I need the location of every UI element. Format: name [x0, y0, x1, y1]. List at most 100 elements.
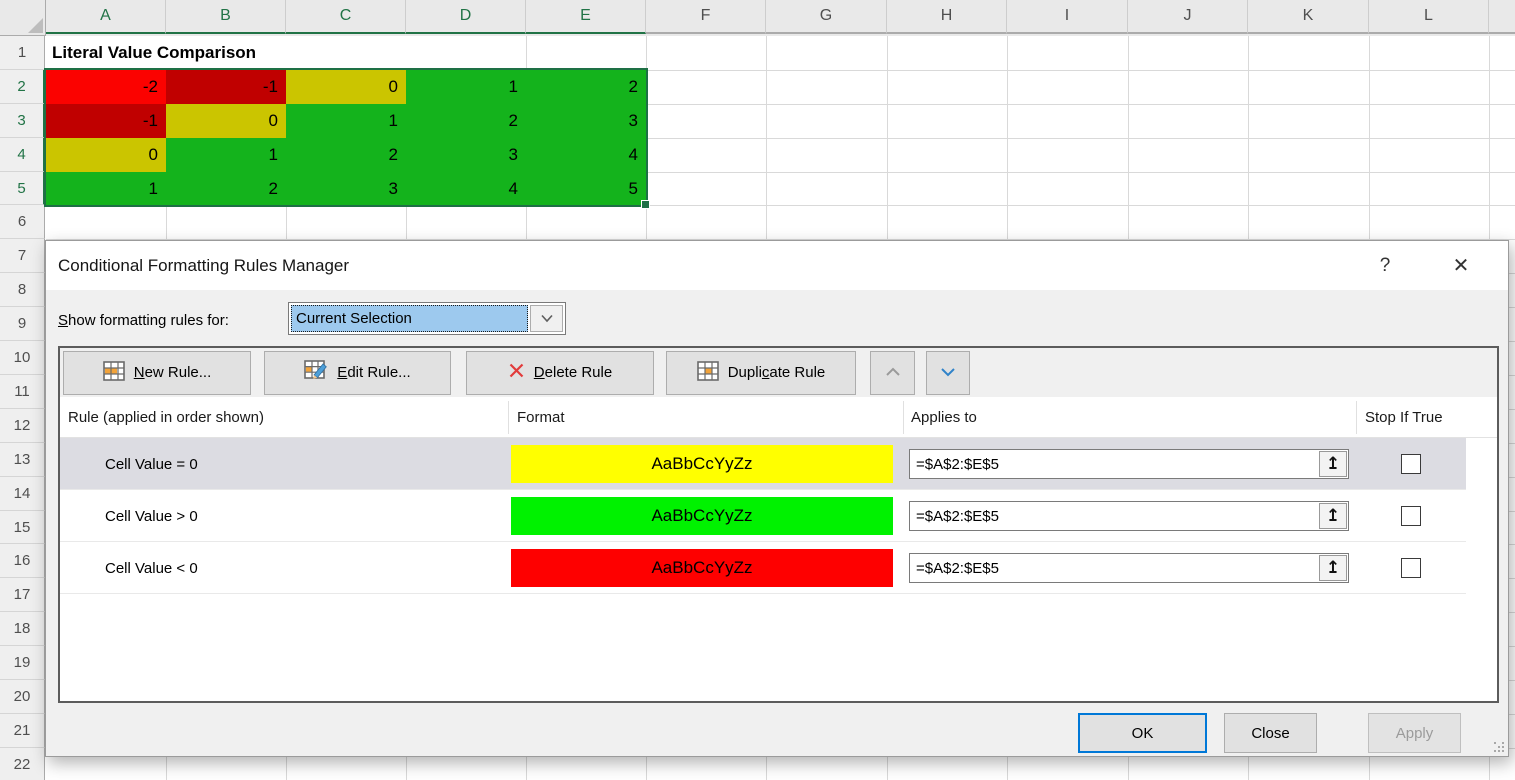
header-divider [903, 401, 904, 434]
new-rule-label: New Rule... [134, 364, 212, 381]
select-all-triangle-icon [28, 18, 43, 33]
header-divider [1356, 401, 1357, 434]
collapse-dialog-range-picker-button[interactable]: ↥ [1319, 503, 1347, 529]
row-header-22[interactable]: 22 [0, 748, 45, 780]
column-header-F[interactable]: F [646, 0, 766, 34]
chevron-up-icon [885, 364, 901, 381]
edit-rule-icon [304, 360, 328, 385]
dialog-title: Conditional Formatting Rules Manager [58, 241, 349, 290]
row-header-12[interactable]: 12 [0, 409, 45, 443]
rules-list: Rule (applied in order shown) Format App… [60, 397, 1497, 701]
applies-to-field: ↥ [909, 553, 1349, 583]
scope-dropdown-value: Current Selection [291, 305, 528, 332]
resize-grip[interactable] [1493, 741, 1505, 753]
applies-to-input[interactable] [910, 450, 1321, 478]
row-header-21[interactable]: 21 [0, 714, 45, 748]
row-header-4[interactable]: 4 [0, 138, 45, 172]
applies-to-input[interactable] [910, 554, 1321, 582]
applies-to-field: ↥ [909, 501, 1349, 531]
delete-icon [508, 362, 525, 383]
column-header-H[interactable]: H [887, 0, 1007, 34]
row-header-16[interactable]: 16 [0, 544, 45, 578]
row-header-2[interactable]: 2 [0, 70, 45, 104]
row-header-18[interactable]: 18 [0, 612, 45, 646]
column-header-B[interactable]: B [166, 0, 286, 34]
column-header-L[interactable]: L [1369, 0, 1489, 34]
row-header-20[interactable]: 20 [0, 680, 45, 714]
header-divider [508, 401, 509, 434]
rules-list-header: Rule (applied in order shown) Format App… [60, 397, 1497, 438]
dialog-help-button[interactable]: ? [1368, 250, 1402, 281]
cell-A1[interactable]: Literal Value Comparison [46, 36, 414, 70]
rule-description: Cell Value > 0 [105, 490, 198, 542]
column-header-G[interactable]: G [766, 0, 887, 34]
stop-if-true-checkbox[interactable] [1401, 506, 1421, 526]
col-header-stop-if-true: Stop If True [1365, 397, 1443, 437]
row-header-9[interactable]: 9 [0, 307, 45, 341]
edit-rule-button[interactable]: Edit Rule... [264, 351, 451, 395]
column-header-partial[interactable] [1489, 0, 1515, 34]
row-header-15[interactable]: 15 [0, 511, 45, 544]
row-header-7[interactable]: 7 [0, 239, 45, 273]
rule-row[interactable]: Cell Value > 0 AaBbCcYyZz ↥ [60, 490, 1466, 542]
column-header-I[interactable]: I [1007, 0, 1128, 34]
column-header-D[interactable]: D [406, 0, 526, 34]
format-preview-swatch: AaBbCcYyZz [511, 497, 893, 535]
rules-groupbox: New Rule... Edit Rule... Delete Rule [58, 346, 1499, 703]
move-rule-up-button[interactable] [870, 351, 915, 395]
stop-if-true-checkbox[interactable] [1401, 558, 1421, 578]
col-header-applies-to: Applies to [911, 397, 977, 437]
delete-rule-label: Delete Rule [534, 364, 612, 381]
column-header-A[interactable]: A [46, 0, 166, 34]
fill-handle[interactable] [641, 200, 650, 209]
close-button[interactable]: Close [1224, 713, 1317, 753]
new-rule-button[interactable]: New Rule... [63, 351, 251, 395]
row-header-5[interactable]: 5 [0, 172, 45, 205]
selection-border [44, 68, 648, 207]
col-header-rule: Rule (applied in order shown) [68, 397, 264, 437]
column-header-C[interactable]: C [286, 0, 406, 34]
show-formatting-rules-label: Show formatting rules for: [58, 303, 229, 337]
applies-to-field: ↥ [909, 449, 1349, 479]
col-header-format: Format [517, 397, 565, 437]
select-all-corner[interactable] [0, 0, 46, 36]
ok-button[interactable]: OK [1078, 713, 1207, 753]
row-header-14[interactable]: 14 [0, 477, 45, 511]
collapse-dialog-range-picker-button[interactable]: ↥ [1319, 451, 1347, 477]
row-header-6[interactable]: 6 [0, 205, 45, 239]
applies-to-input[interactable] [910, 502, 1321, 530]
rule-description: Cell Value < 0 [105, 542, 198, 594]
duplicate-rule-icon [697, 361, 719, 385]
rules-toolbar: New Rule... Edit Rule... Delete Rule [60, 348, 1497, 397]
column-header-J[interactable]: J [1128, 0, 1248, 34]
duplicate-rule-button[interactable]: Duplicate Rule [666, 351, 856, 395]
chevron-down-icon[interactable] [530, 305, 563, 332]
format-preview-swatch: AaBbCcYyZz [511, 549, 893, 587]
conditional-formatting-rules-manager-dialog: Conditional Formatting Rules Manager ? ✕… [45, 240, 1509, 757]
row-header-10[interactable]: 10 [0, 341, 45, 375]
row-header-13[interactable]: 13 [0, 443, 45, 477]
move-rule-down-button[interactable] [926, 351, 970, 395]
row-header-1[interactable]: 1 [0, 36, 45, 70]
apply-button[interactable]: Apply [1368, 713, 1461, 753]
row-header-8[interactable]: 8 [0, 273, 45, 307]
delete-rule-button[interactable]: Delete Rule [466, 351, 654, 395]
row-header-11[interactable]: 11 [0, 375, 45, 409]
rule-row[interactable]: Cell Value < 0 AaBbCcYyZz ↥ [60, 542, 1466, 594]
collapse-dialog-range-picker-button[interactable]: ↥ [1319, 555, 1347, 581]
edit-rule-label: Edit Rule... [337, 364, 410, 381]
column-header-E[interactable]: E [526, 0, 646, 34]
rule-row[interactable]: Cell Value = 0 AaBbCcYyZz ↥ [60, 438, 1466, 490]
format-preview-swatch: AaBbCcYyZz [511, 445, 893, 483]
row-header-19[interactable]: 19 [0, 646, 45, 680]
dialog-close-icon[interactable]: ✕ [1444, 250, 1478, 281]
scope-dropdown[interactable]: Current Selection [288, 302, 566, 335]
stop-if-true-checkbox[interactable] [1401, 454, 1421, 474]
column-header-K[interactable]: K [1248, 0, 1369, 34]
dialog-titlebar: Conditional Formatting Rules Manager ? ✕ [46, 241, 1508, 290]
row-header-17[interactable]: 17 [0, 578, 45, 612]
excel-window: ABCDEFGHIJKL1234567891011121314151617181… [0, 0, 1515, 780]
row-header-3[interactable]: 3 [0, 104, 45, 138]
rule-description: Cell Value = 0 [105, 438, 198, 490]
new-rule-icon [103, 361, 125, 385]
